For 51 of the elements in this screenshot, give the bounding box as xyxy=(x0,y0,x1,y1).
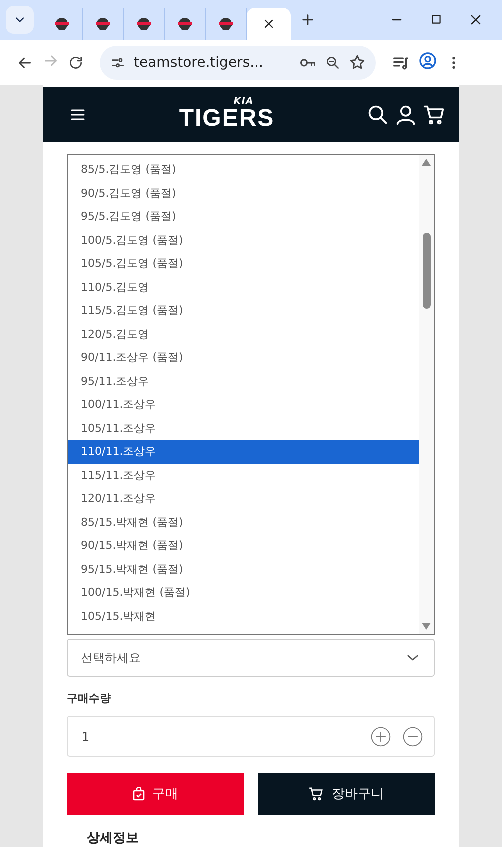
tiger-helmet-icon xyxy=(218,17,234,31)
list-option[interactable]: 115/5.김도영 (품절) xyxy=(68,299,419,322)
scroll-down-icon[interactable] xyxy=(422,623,431,630)
shopping-bag-icon xyxy=(132,787,144,801)
tiger-helmet-icon xyxy=(177,17,193,31)
search-icon[interactable] xyxy=(367,104,389,126)
user-icon[interactable] xyxy=(395,104,417,126)
address-bar[interactable]: teamstore.tigers... xyxy=(100,46,376,80)
cart-button[interactable]: 장바구니 xyxy=(258,773,435,815)
list-option[interactable]: 95/5.김도영 (품절) xyxy=(68,205,419,228)
plus-circle-icon[interactable] xyxy=(370,726,392,748)
scrollbar-thumb[interactable] xyxy=(422,233,430,309)
option-dropdown[interactable]: 선택하세요 xyxy=(67,639,435,677)
maximize-icon[interactable] xyxy=(430,13,443,26)
size-listbox[interactable] xyxy=(67,154,435,635)
plus-icon[interactable] xyxy=(300,12,316,28)
list-option[interactable]: 105/5.김도영 (품절) xyxy=(68,252,419,276)
list-option[interactable]: 120/11.조상우 xyxy=(68,487,419,510)
list-option[interactable]: 100/15.박재현 (품절) xyxy=(68,581,419,604)
cart-icon[interactable] xyxy=(423,104,445,126)
list-option[interactable]: 95/15.박재현 (품절) xyxy=(68,558,419,581)
list-option[interactable]: 100/5.김도영 (품절) xyxy=(68,228,419,252)
scroll-up-icon[interactable] xyxy=(422,159,431,166)
list-option[interactable]: 90/11.조상우 (품절) xyxy=(68,346,419,370)
profile-icon[interactable] xyxy=(418,50,438,70)
tiger-helmet-icon xyxy=(136,17,152,31)
list-option[interactable]: 85/5.김도영 (품절) xyxy=(68,158,419,182)
minus-circle-icon[interactable] xyxy=(402,726,424,748)
list-option[interactable]: 105/11.조상우 xyxy=(68,416,419,440)
list-option[interactable]: 100/11.조상우 xyxy=(68,393,419,416)
quantity-field[interactable]: 1 xyxy=(67,716,435,757)
star-icon[interactable] xyxy=(349,54,366,71)
close-icon[interactable] xyxy=(262,17,276,31)
close-icon[interactable] xyxy=(469,13,483,27)
reload-icon[interactable] xyxy=(68,54,84,70)
list-option[interactable]: 115/11.조상우 xyxy=(68,464,419,487)
section-title: 상세정보 xyxy=(87,830,140,847)
list-option[interactable]: 85/15.박재현 (품절) xyxy=(68,510,419,534)
buy-button[interactable]: 구매 xyxy=(67,773,244,815)
tiger-helmet-icon xyxy=(54,17,70,31)
list-option[interactable]: 90/5.김도영 (품절) xyxy=(68,182,419,205)
cart-icon xyxy=(309,787,324,801)
tiger-helmet-icon xyxy=(95,17,111,31)
quantity-label: 구매수량 xyxy=(67,691,112,706)
list-option[interactable]: 110/11.조상우 xyxy=(68,440,419,464)
zoom-out-icon[interactable] xyxy=(325,54,341,70)
list-option[interactable]: 105/15.박재현 xyxy=(68,604,419,628)
list-option[interactable]: 110/5.김도영 xyxy=(68,276,419,299)
list-option[interactable]: 95/11.조상우 xyxy=(68,370,419,393)
list-option[interactable]: 90/15.박재현 (품절) xyxy=(68,534,419,558)
list-option[interactable]: 120/5.김도영 xyxy=(68,322,419,346)
